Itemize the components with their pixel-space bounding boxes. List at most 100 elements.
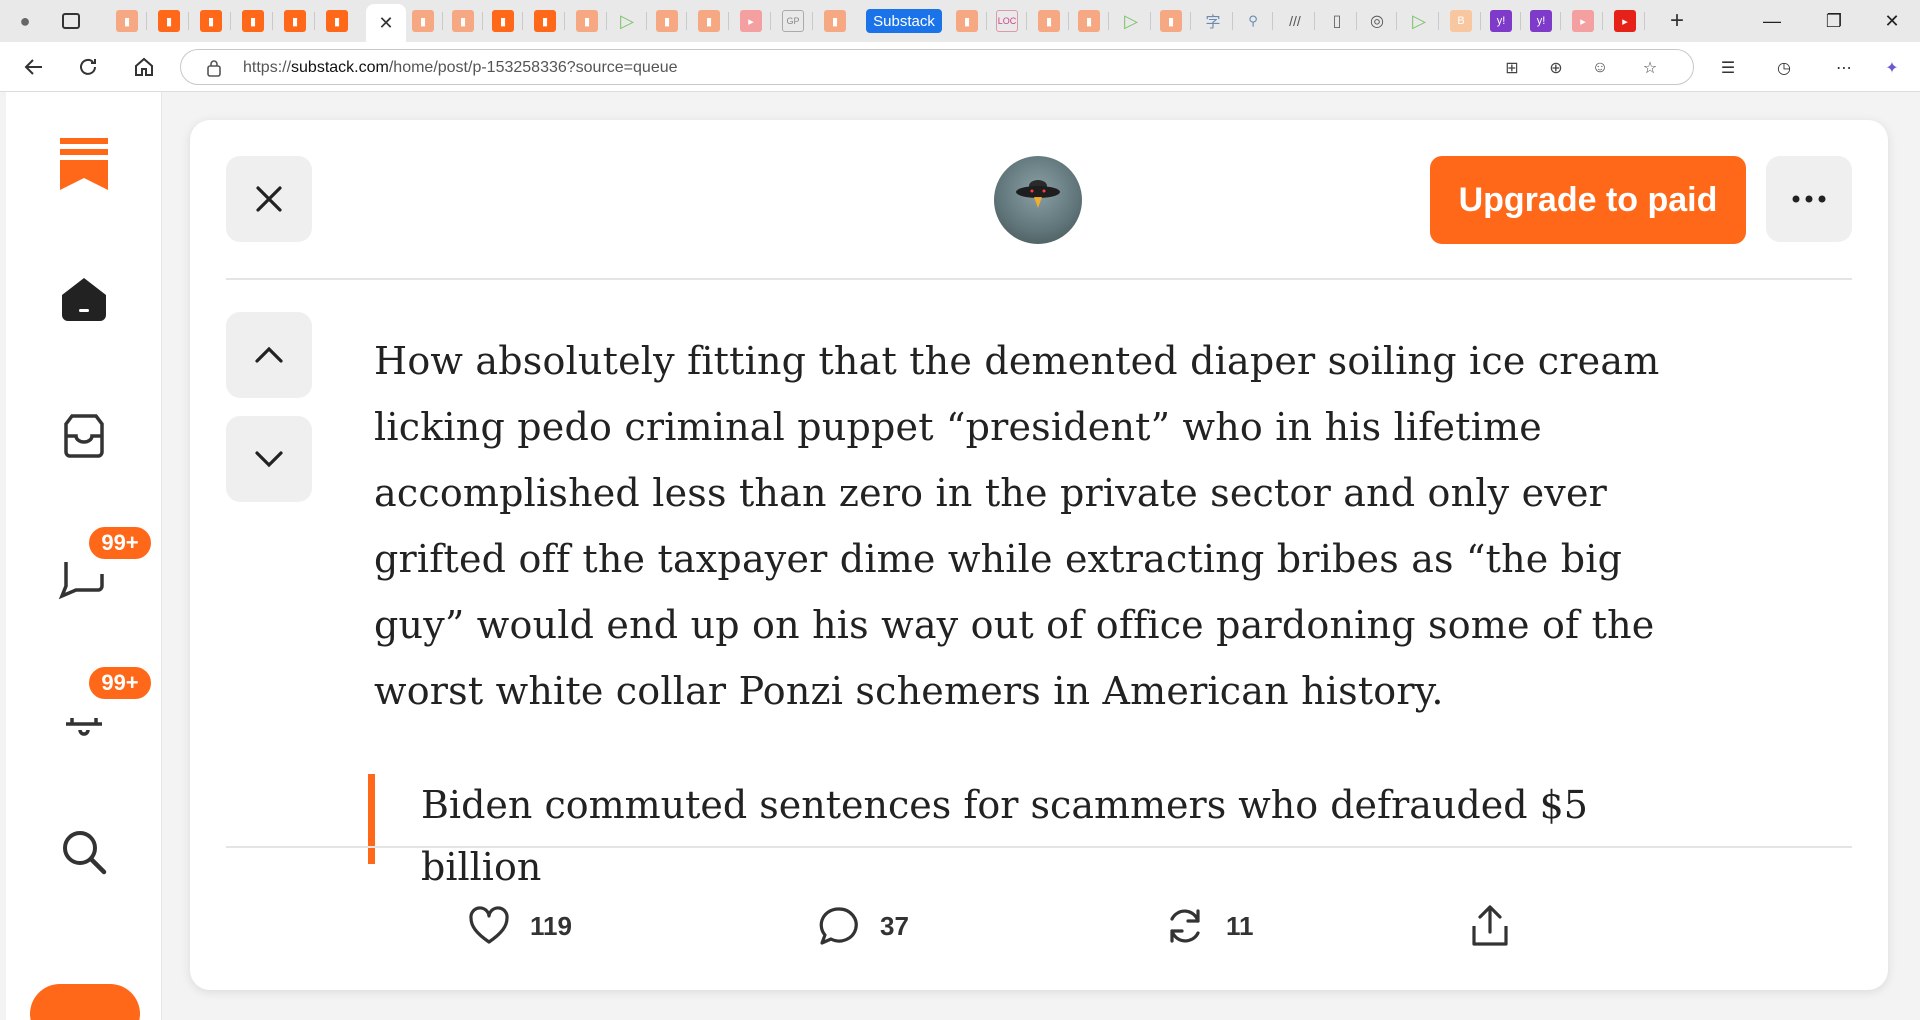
close-icon [256,186,282,212]
youtube-tab-icon[interactable]: ▸ [740,10,762,32]
substack-titled-tab[interactable]: Substack [866,9,942,33]
tab-separator [1644,12,1645,30]
substack-tab-icon[interactable]: ▮ [1160,10,1182,32]
inbox-icon[interactable] [52,404,116,468]
share-button[interactable] [1470,898,1510,954]
gp-tab-icon[interactable]: GP [782,10,804,32]
tab-separator [686,12,687,30]
substack-tab-icon[interactable]: ▮ [698,10,720,32]
blogger-tab-icon[interactable]: B [1450,10,1472,32]
tab-separator [1314,12,1315,30]
tab-separator [1150,12,1151,30]
history-icon[interactable]: ◷ [1770,54,1798,82]
minimize-icon[interactable]: — [1752,8,1792,34]
more-options-button[interactable] [1766,156,1852,242]
previous-post-button[interactable] [226,312,312,398]
substack-tab-icon[interactable]: ▮ [116,10,138,32]
activity-nav[interactable]: 99+ [52,664,154,746]
substack-tab-icon[interactable]: ▮ [452,10,474,32]
substack-tab-icon[interactable]: ▮ [492,10,514,32]
close-post-button[interactable] [226,156,312,242]
profile-avatar-icon[interactable]: ● [14,10,36,32]
address-bar[interactable]: https://substack.com/home/post/p-1532583… [180,49,1694,85]
tab-separator [230,12,231,30]
tab-separator [1232,12,1233,30]
substack-tab-icon[interactable]: ▮ [284,10,306,32]
search-tab-icon[interactable]: ⚲ [1242,10,1264,32]
home-icon[interactable] [52,267,116,331]
substack-tab-icon[interactable]: ▮ [200,10,222,32]
loc-tab-icon[interactable]: LOC [996,10,1018,32]
substack-tab-icon[interactable]: ▮ [412,10,434,32]
author-avatar[interactable] [994,156,1082,244]
ufo-icon [1016,180,1060,208]
close-window-icon[interactable]: ✕ [1872,8,1912,34]
tab-separator [146,12,147,30]
comment-count: 37 [880,910,909,941]
youtube-tab-icon[interactable]: ▸ [1572,10,1594,32]
tab-separator [442,12,443,30]
active-tab-close-icon[interactable]: ✕ [366,4,406,42]
home-browser-icon[interactable] [128,51,160,83]
robot-tab-icon[interactable]: ◎ [1366,10,1388,32]
substack-tab-icon[interactable]: ▮ [534,10,556,32]
substack-tab-icon[interactable]: ▮ [158,10,180,32]
restack-button[interactable]: 11 [1164,898,1254,954]
zoom-icon[interactable]: ⊕ [1545,57,1567,79]
comment-icon [819,907,858,945]
restack-count: 11 [1226,910,1254,941]
activity-badge: 99+ [86,664,154,702]
youtube-tab-icon[interactable]: ▸ [1614,10,1636,32]
browser-toolbar: https://substack.com/home/post/p-1532583… [0,42,1920,92]
tab-separator [1108,12,1109,30]
tab-separator [564,12,565,30]
search-icon[interactable] [52,820,116,884]
like-button[interactable]: 119 [468,898,572,954]
play-tab-icon[interactable]: ▷ [1120,10,1142,32]
translate-tab-icon[interactable]: 字 [1202,10,1224,32]
chevron-up-icon [255,346,283,363]
read-aloud-icon[interactable]: ☺ [1589,57,1611,79]
slashes-tab-icon[interactable]: /// [1284,10,1306,32]
site-info-icon[interactable] [203,57,225,79]
yahoo-tab-icon[interactable]: y! [1490,10,1512,32]
chat-nav[interactable]: 99+ [52,524,154,606]
comment-button[interactable]: 37 [818,898,909,954]
upgrade-to-paid-button[interactable]: Upgrade to paid [1430,156,1746,244]
new-tab-icon[interactable]: + [1666,7,1688,34]
tab-actions-icon[interactable] [62,13,80,29]
tab-separator [728,12,729,30]
page-viewport: 99+ 99+ Upgrade to paid How absolutely f… [0,92,1920,1020]
tab-separator [1520,12,1521,30]
more-tools-icon[interactable]: ⋯ [1830,54,1858,82]
chevron-down-icon [255,451,283,468]
substack-tab-icon[interactable]: ▮ [656,10,678,32]
substack-tab-icon[interactable]: ▮ [956,10,978,32]
substack-tab-icon[interactable]: ▮ [576,10,598,32]
tab-separator [986,12,987,30]
substack-tab-icon[interactable]: ▮ [326,10,348,32]
favorite-star-icon[interactable]: ☆ [1639,57,1661,79]
share-icon [1472,905,1508,946]
refresh-icon[interactable] [72,51,104,83]
url-text[interactable]: https://substack.com/home/post/p-1532583… [243,59,678,77]
substack-sidebar: 99+ 99+ [6,92,162,1020]
play-tab-icon[interactable]: ▷ [1408,10,1430,32]
tab-separator [314,12,315,30]
substack-tab-icon[interactable]: ▮ [1038,10,1060,32]
document-tab-icon[interactable]: ▯ [1326,10,1348,32]
next-post-button[interactable] [226,416,312,502]
substack-tab-icon[interactable]: ▮ [824,10,846,32]
yahoo-tab-icon[interactable]: y! [1530,10,1552,32]
app-available-icon[interactable]: ⊞ [1501,57,1523,79]
copilot-icon[interactable]: ✦ [1878,54,1906,82]
play-tab-icon[interactable]: ▷ [616,10,638,32]
restore-icon[interactable]: ❐ [1814,8,1854,34]
favorites-icon[interactable]: ☰ [1714,54,1742,82]
substack-logo-icon[interactable] [52,132,116,196]
tab-separator [522,12,523,30]
create-button[interactable] [30,984,140,1020]
back-icon[interactable] [18,51,50,83]
substack-tab-icon[interactable]: ▮ [1078,10,1100,32]
substack-tab-icon[interactable]: ▮ [242,10,264,32]
